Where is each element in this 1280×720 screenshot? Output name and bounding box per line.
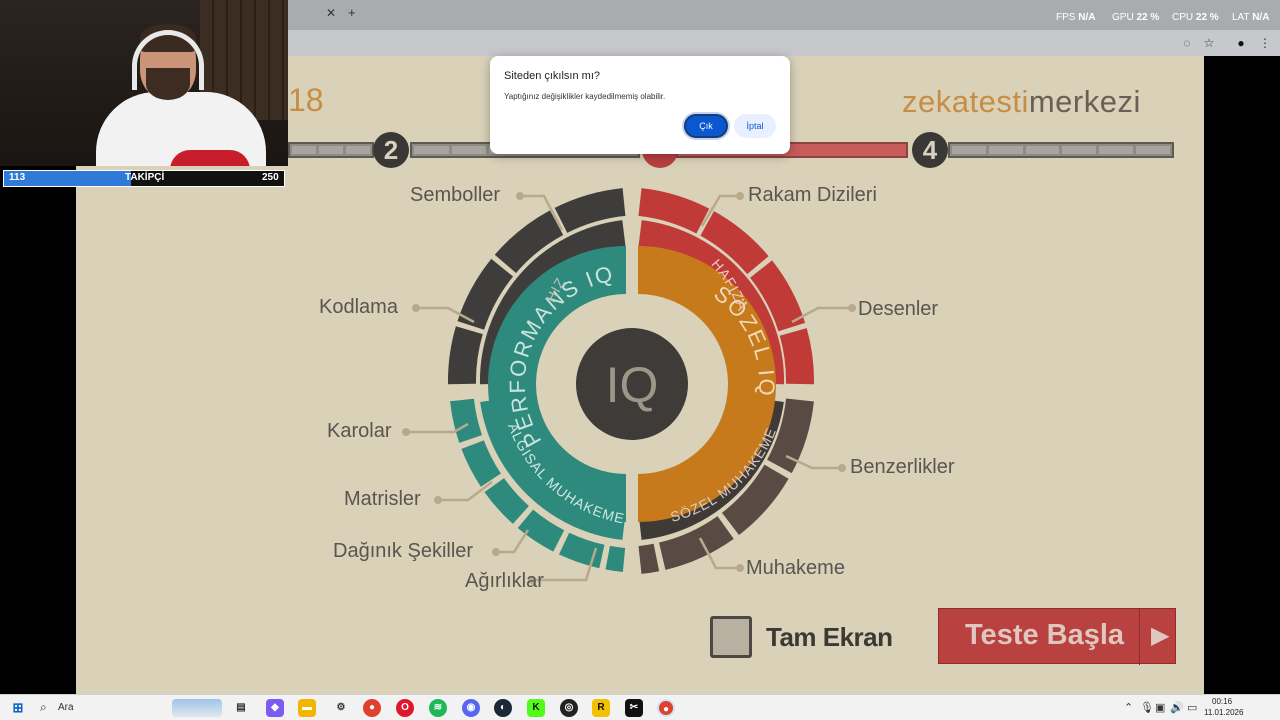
wheel-label-desenler: Desenler — [858, 298, 939, 320]
opera-icon[interactable]: O — [396, 699, 414, 717]
capcut-icon[interactable]: ✂ — [625, 699, 643, 717]
iq-center-label: IQ — [606, 357, 659, 413]
screen: ✕ + FPS N/A GPU 22 % CPU 22 % LAT N/A ◌ … — [0, 0, 1280, 720]
red-object — [170, 150, 250, 166]
task-view-icon[interactable]: ▤ — [232, 699, 250, 717]
settings-gear-icon[interactable]: ⚙ — [332, 699, 350, 717]
wheel-label-daginik-sekiller: Dağınık Şekiller — [333, 540, 474, 562]
latency-readout: LAT N/A — [1232, 12, 1270, 23]
taskbar-search[interactable]: Ara — [58, 702, 74, 713]
steam-icon[interactable]: ◐ — [494, 699, 512, 717]
start-test-label: Teste Başla — [965, 619, 1125, 651]
chevron-right-icon: ▶ — [1151, 622, 1170, 649]
chrome-active-icon[interactable]: ● — [657, 699, 675, 717]
windows-start-icon[interactable]: ⊞ — [9, 699, 27, 717]
obs-icon[interactable]: ◎ — [560, 699, 578, 717]
camera-icon[interactable]: ▣ — [1155, 701, 1165, 714]
new-tab-icon[interactable]: + — [348, 5, 356, 20]
clock-date[interactable]: 11.01.2026 — [1204, 708, 1243, 717]
search-highlight-image[interactable] — [172, 699, 222, 717]
notification-icon[interactable]: ▭ — [1187, 701, 1197, 714]
bookmark-star-icon[interactable]: ☆ — [1200, 34, 1218, 52]
wheel-label-agirliklar: Ağırlıklar — [465, 570, 544, 592]
start-test-button[interactable]: Teste Başla ▶ — [938, 608, 1176, 665]
fullscreen-checkbox[interactable] — [710, 616, 752, 658]
wheel-label-semboller: Semboller — [410, 184, 501, 206]
file-explorer-icon[interactable]: ▬ — [298, 699, 316, 717]
start-button-divider — [1139, 609, 1140, 665]
wheel-label-rakam-dizileri: Rakam Dizileri — [748, 184, 877, 206]
menu-dots-icon[interactable]: ⋮ — [1256, 34, 1274, 52]
leave-site-dialog: Siteden çıkılsın mı? Yaptığınız değişikl… — [490, 56, 790, 154]
speaker-icon[interactable]: 🔊 — [1170, 701, 1184, 714]
follower-label: TAKİPÇİ — [125, 172, 165, 183]
search-icon: ⌕ — [40, 700, 47, 714]
microphone-icon[interactable]: 🎙 — [1140, 701, 1154, 714]
spotify-icon[interactable]: ≋ — [429, 699, 447, 717]
cancel-button[interactable]: İptal — [734, 114, 776, 138]
dialog-message: Yaptığınız değişiklikler kaydedilmemiş o… — [504, 92, 666, 101]
clock-time[interactable]: 00:16 — [1212, 697, 1232, 706]
tray-chevron-up-icon[interactable]: ⌃ — [1124, 701, 1133, 714]
discord-icon[interactable]: ◉ — [462, 699, 480, 717]
follower-goal-bar: 113 TAKİPÇİ 250 — [3, 170, 285, 187]
profile-avatar-icon[interactable]: ● — [1232, 34, 1250, 52]
dialog-title: Siteden çıkılsın mı? — [504, 70, 600, 82]
copilot-icon[interactable]: ◆ — [266, 699, 284, 717]
fps-readout: FPS N/A — [1056, 12, 1096, 23]
wheel-label-matrisler: Matrisler — [344, 488, 421, 510]
wheel-label-kodlama: Kodlama — [319, 296, 398, 318]
windows-taskbar: ⊞ ⌕ Ara ▤ ◆ ▬ ⚙ ● O ≋ ◉ ◐ K ◎ R ✂ ● ⌃ 🎙 … — [0, 694, 1280, 720]
chrome-icon[interactable]: ● — [363, 699, 381, 717]
eye-off-icon[interactable]: ◌ — [1178, 34, 1196, 52]
gpu-readout: GPU 22 % — [1112, 12, 1160, 23]
tab-close-icon[interactable]: ✕ — [326, 6, 336, 20]
wheel-label-benzerlikler: Benzerlikler — [850, 456, 955, 478]
fullscreen-label[interactable]: Tam Ekran — [766, 622, 893, 653]
leave-button[interactable]: Çık — [684, 114, 728, 138]
wheel-label-karolar: Karolar — [327, 420, 392, 442]
follower-goal: 250 — [262, 172, 279, 183]
follower-current: 113 — [9, 172, 26, 183]
kick-icon[interactable]: K — [527, 699, 545, 717]
rockstar-icon[interactable]: R — [592, 699, 610, 717]
webcam-overlay — [0, 0, 288, 166]
cpu-readout: CPU 22 % — [1172, 12, 1219, 23]
wheel-label-muhakeme: Muhakeme — [746, 557, 845, 579]
